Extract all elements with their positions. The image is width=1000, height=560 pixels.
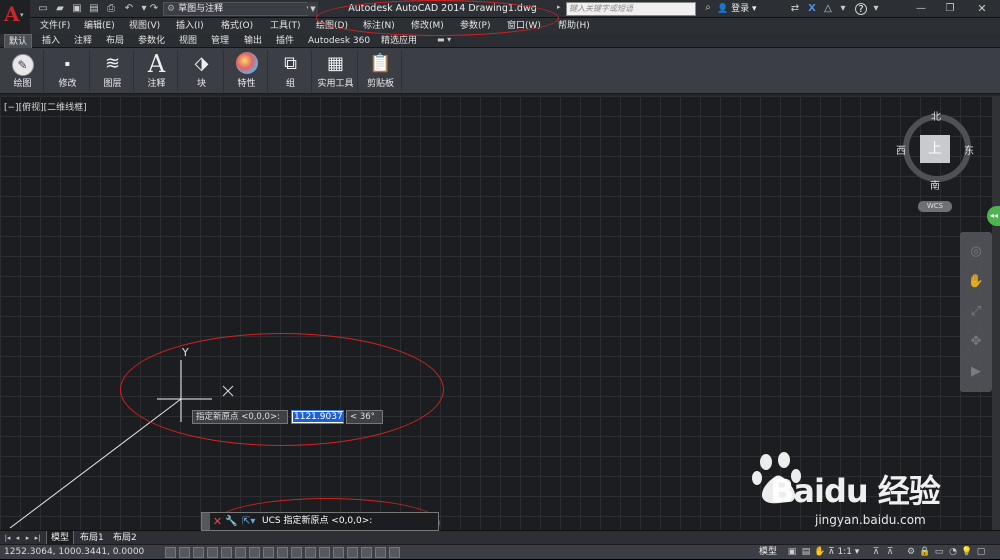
watermark-url: jingyan.baidu.com bbox=[815, 513, 926, 527]
command-line-input[interactable]: UCS 指定新原点 <0,0,0>: bbox=[262, 514, 372, 529]
next-layout-icon[interactable]: ▸ bbox=[23, 532, 32, 544]
status-bar: 1252.3064, 1000.3441, 0.0000 模型 ▣ ▤ ✋ ⊼ … bbox=[0, 544, 1000, 559]
polar-tracking-toggle[interactable] bbox=[221, 547, 232, 558]
command-line[interactable]: ✕ 🔧 ⇱▾ UCS 指定新原点 <0,0,0>: bbox=[201, 512, 439, 531]
annotation-scale-select[interactable]: ⊼ 1:1 ▾ bbox=[828, 545, 859, 560]
annotation-ellipse-title bbox=[316, 0, 559, 36]
quick-view-drawings-icon[interactable]: ▤ bbox=[800, 546, 812, 559]
tab-layout2[interactable]: 布局2 bbox=[109, 531, 141, 545]
hardware-icon[interactable]: ▭ bbox=[933, 546, 945, 559]
snap-mode-toggle[interactable] bbox=[179, 547, 190, 558]
wrench-icon[interactable]: 🔧 bbox=[225, 514, 238, 529]
clean-screen-icon[interactable]: ▢ bbox=[975, 546, 987, 559]
close-icon[interactable]: ✕ bbox=[211, 514, 224, 529]
pan-icon[interactable]: ✋ bbox=[814, 546, 826, 559]
lineweight-toggle[interactable] bbox=[305, 547, 316, 558]
transparency-toggle[interactable] bbox=[319, 547, 330, 558]
3d-object-snap-toggle[interactable] bbox=[249, 547, 260, 558]
annotation-visibility-icon[interactable]: ⊼ bbox=[870, 546, 882, 559]
annotation-scale-value: 1:1 bbox=[837, 547, 852, 557]
selection-cycling-toggle[interactable] bbox=[347, 547, 358, 558]
cursor-coordinates: 1252.3064, 1000.3441, 0.0000 bbox=[4, 547, 145, 557]
prev-layout-icon[interactable]: ◂ bbox=[13, 532, 22, 544]
last-layout-icon[interactable]: ▸| bbox=[33, 532, 42, 544]
quick-properties-toggle[interactable] bbox=[333, 547, 344, 558]
isolate-objects-toggle[interactable] bbox=[375, 547, 386, 558]
lightbulb-icon[interactable]: 💡 bbox=[961, 546, 973, 559]
watermark-brand: Baidu 经验 bbox=[770, 472, 941, 510]
lock-icon[interactable]: 🔒 bbox=[919, 546, 931, 559]
object-snap-tracking-toggle[interactable] bbox=[263, 547, 274, 558]
grid-display-toggle[interactable] bbox=[193, 547, 204, 558]
tab-model[interactable]: 模型 bbox=[46, 531, 75, 545]
workspace-switching-icon[interactable]: ⚙ bbox=[905, 546, 917, 559]
command-line-grip[interactable] bbox=[202, 513, 210, 530]
hardware-acceleration-toggle[interactable] bbox=[389, 547, 400, 558]
infer-constraints-toggle[interactable] bbox=[165, 547, 176, 558]
model-space-button[interactable]: 模型 bbox=[759, 545, 777, 560]
tab-layout1[interactable]: 布局1 bbox=[76, 531, 108, 545]
quick-view-layouts-icon[interactable]: ▣ bbox=[786, 546, 798, 559]
annotation-monitor-toggle[interactable] bbox=[361, 547, 372, 558]
annotation-ellipse-cursor bbox=[120, 333, 444, 446]
first-layout-icon[interactable]: |◂ bbox=[3, 532, 12, 544]
ortho-mode-toggle[interactable] bbox=[207, 547, 218, 558]
recent-commands-icon[interactable]: ⇱▾ bbox=[242, 514, 260, 529]
layout-tab-bar: |◂ ◂ ▸ ▸| 模型 布局1 布局2 bbox=[0, 530, 1000, 545]
allow-ucs-toggle[interactable] bbox=[277, 547, 288, 558]
object-snap-toggle[interactable] bbox=[235, 547, 246, 558]
auto-scale-icon[interactable]: ⊼ bbox=[884, 546, 896, 559]
dynamic-input-toggle[interactable] bbox=[291, 547, 302, 558]
isolate-icon[interactable]: ◔ bbox=[947, 546, 959, 559]
